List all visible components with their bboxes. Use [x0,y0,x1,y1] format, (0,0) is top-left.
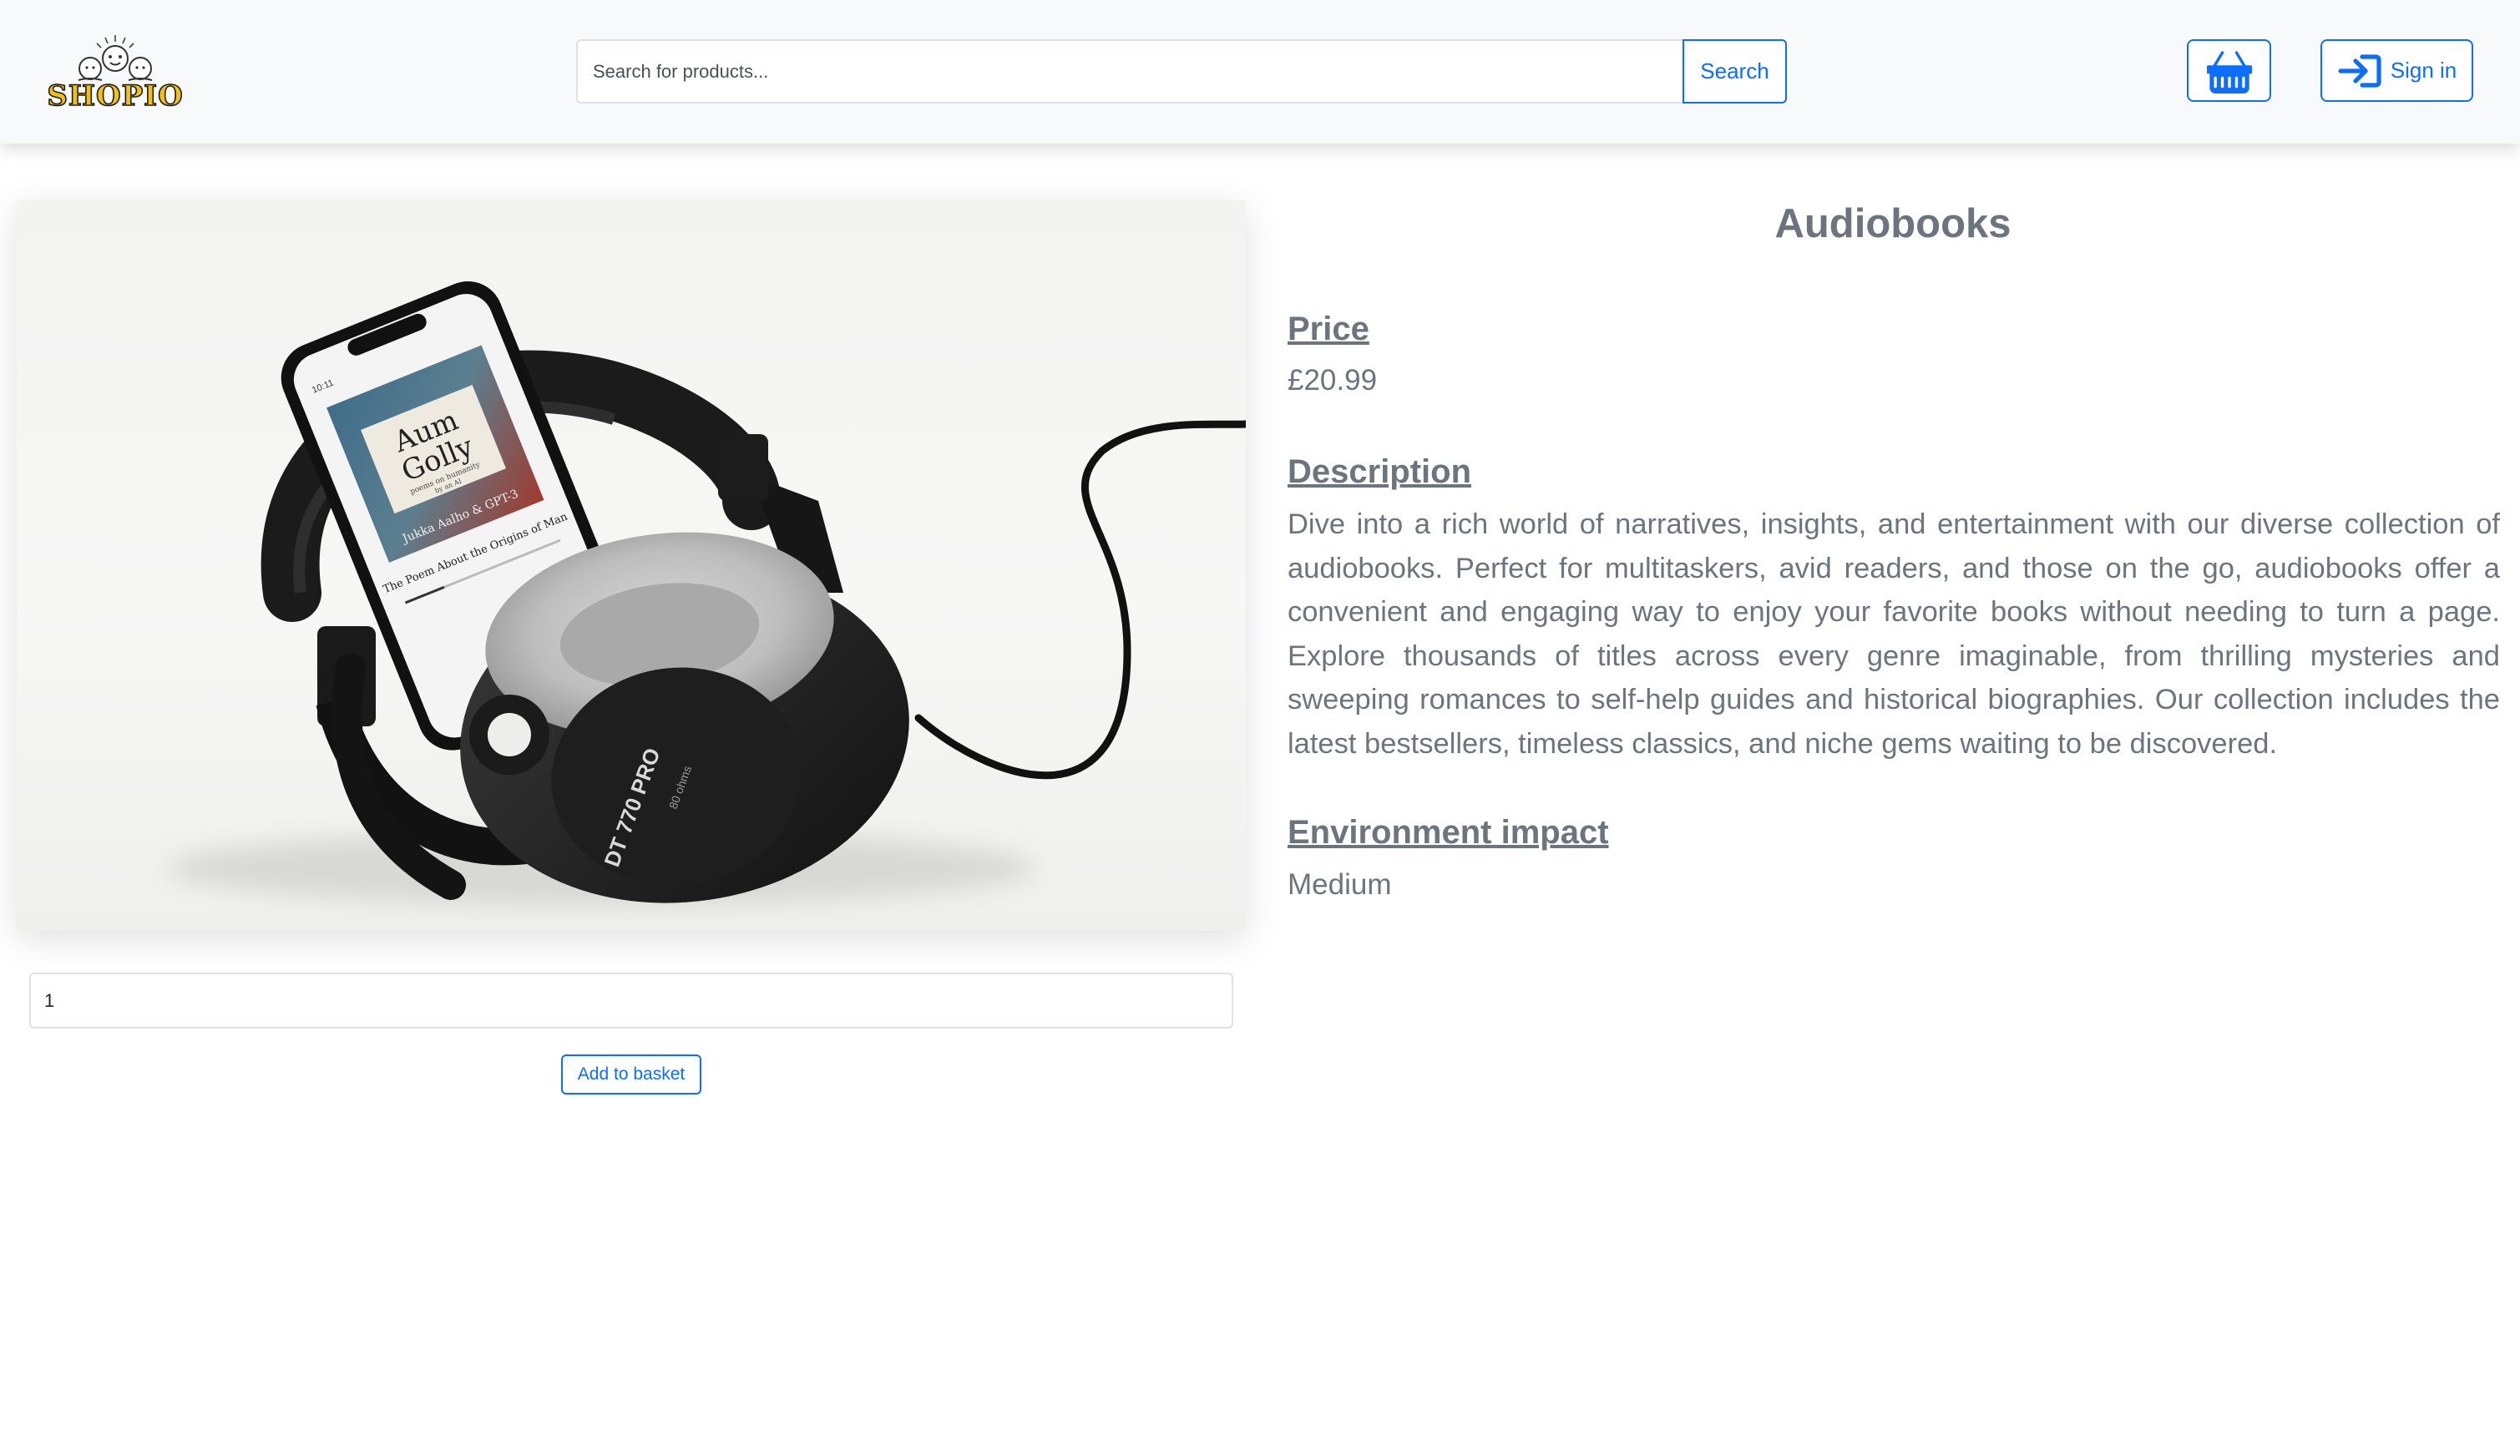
sign-in-button[interactable]: Sign in [2320,39,2473,102]
search-input[interactable] [576,39,1683,104]
search-button[interactable]: Search [1683,39,1787,104]
add-to-basket-button[interactable]: Add to basket [561,1054,701,1095]
environment-impact-value: Medium [1288,868,1392,901]
description-text: Dive into a rich world of narratives, in… [1288,508,2500,760]
product-image: 10:11 Aum Golly poems on humanity by an … [17,200,1246,931]
logo-mascot-icon: SHOPIO [47,35,183,114]
basket-icon [2206,50,2252,94]
environment-impact-label: Environment impact [1288,814,1609,851]
basket-button[interactable] [2187,39,2271,102]
price-value: £20.99 [1288,364,1378,397]
headphones-with-phone-illustration: 10:11 Aum Golly poems on humanity by an … [167,281,1246,906]
sign-in-arrow-icon [2338,53,2381,88]
quantity-input[interactable] [29,973,1233,1029]
price-label: Price [1288,311,1369,347]
sign-in-label: Sign in [2390,58,2457,83]
description-label: Description [1288,453,1472,490]
shopio-logo[interactable]: SHOPIO [47,32,183,115]
logo-wordmark: SHOPIO [48,79,182,113]
navbar: SHOPIO Search Sign in [0,0,2520,144]
search-form: Search [576,39,1787,104]
product-title: Audiobooks [1774,201,2011,246]
